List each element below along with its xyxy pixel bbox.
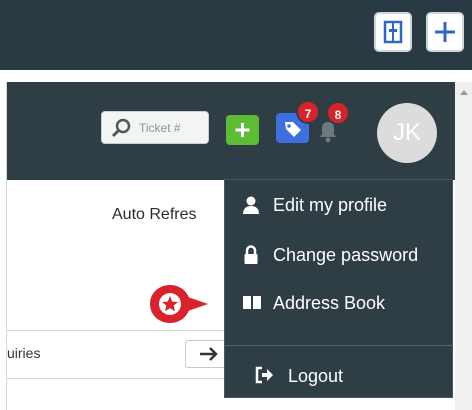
menu-item-change-password[interactable]: Change password (225, 232, 454, 278)
menu-item-label: Edit my profile (273, 195, 388, 215)
new-window-button[interactable] (426, 12, 464, 52)
enquiries-label: uiries (7, 345, 41, 361)
content-left-edge (0, 82, 7, 410)
menu-item-label: Logout (288, 366, 344, 386)
notifications-count-badge: 8 (326, 101, 350, 125)
menu-item-label: Change password (273, 245, 419, 265)
add-ticket-button[interactable] (226, 115, 259, 145)
user-avatar[interactable]: JK (377, 103, 437, 163)
plus-icon (235, 123, 250, 137)
logout-icon (255, 366, 273, 384)
row-divider (6, 330, 224, 331)
menu-item-edit-profile[interactable]: Edit my profile (225, 182, 454, 228)
menu-divider (225, 345, 452, 346)
vertical-scrollbar[interactable] (455, 82, 472, 410)
user-dropdown-menu: Edit my profile Change password Address … (224, 179, 453, 398)
arrow-right-icon (200, 347, 218, 361)
lock-icon (244, 245, 258, 264)
user-icon (243, 196, 259, 214)
auto-refresh-label: Auto Refres (112, 206, 197, 223)
scroll-up-icon[interactable] (459, 88, 469, 96)
menu-item-logout[interactable]: Logout (225, 353, 454, 399)
menu-item-label: Address Book (273, 293, 386, 313)
search-icon (111, 118, 131, 138)
row-divider (6, 378, 224, 379)
top-toolbar (0, 0, 472, 70)
annotation-pin-icon (150, 285, 208, 323)
menu-item-address-book[interactable]: Address Book (225, 280, 454, 326)
search-placeholder: Ticket # (139, 121, 181, 135)
toolbar-gap (0, 70, 472, 82)
split-panel-button[interactable] (374, 12, 412, 52)
book-icon (243, 296, 261, 309)
split-panel-icon (383, 20, 403, 44)
plus-icon (435, 22, 455, 42)
row-action-button[interactable] (185, 340, 227, 368)
ticket-search-input[interactable]: Ticket # (101, 111, 209, 144)
